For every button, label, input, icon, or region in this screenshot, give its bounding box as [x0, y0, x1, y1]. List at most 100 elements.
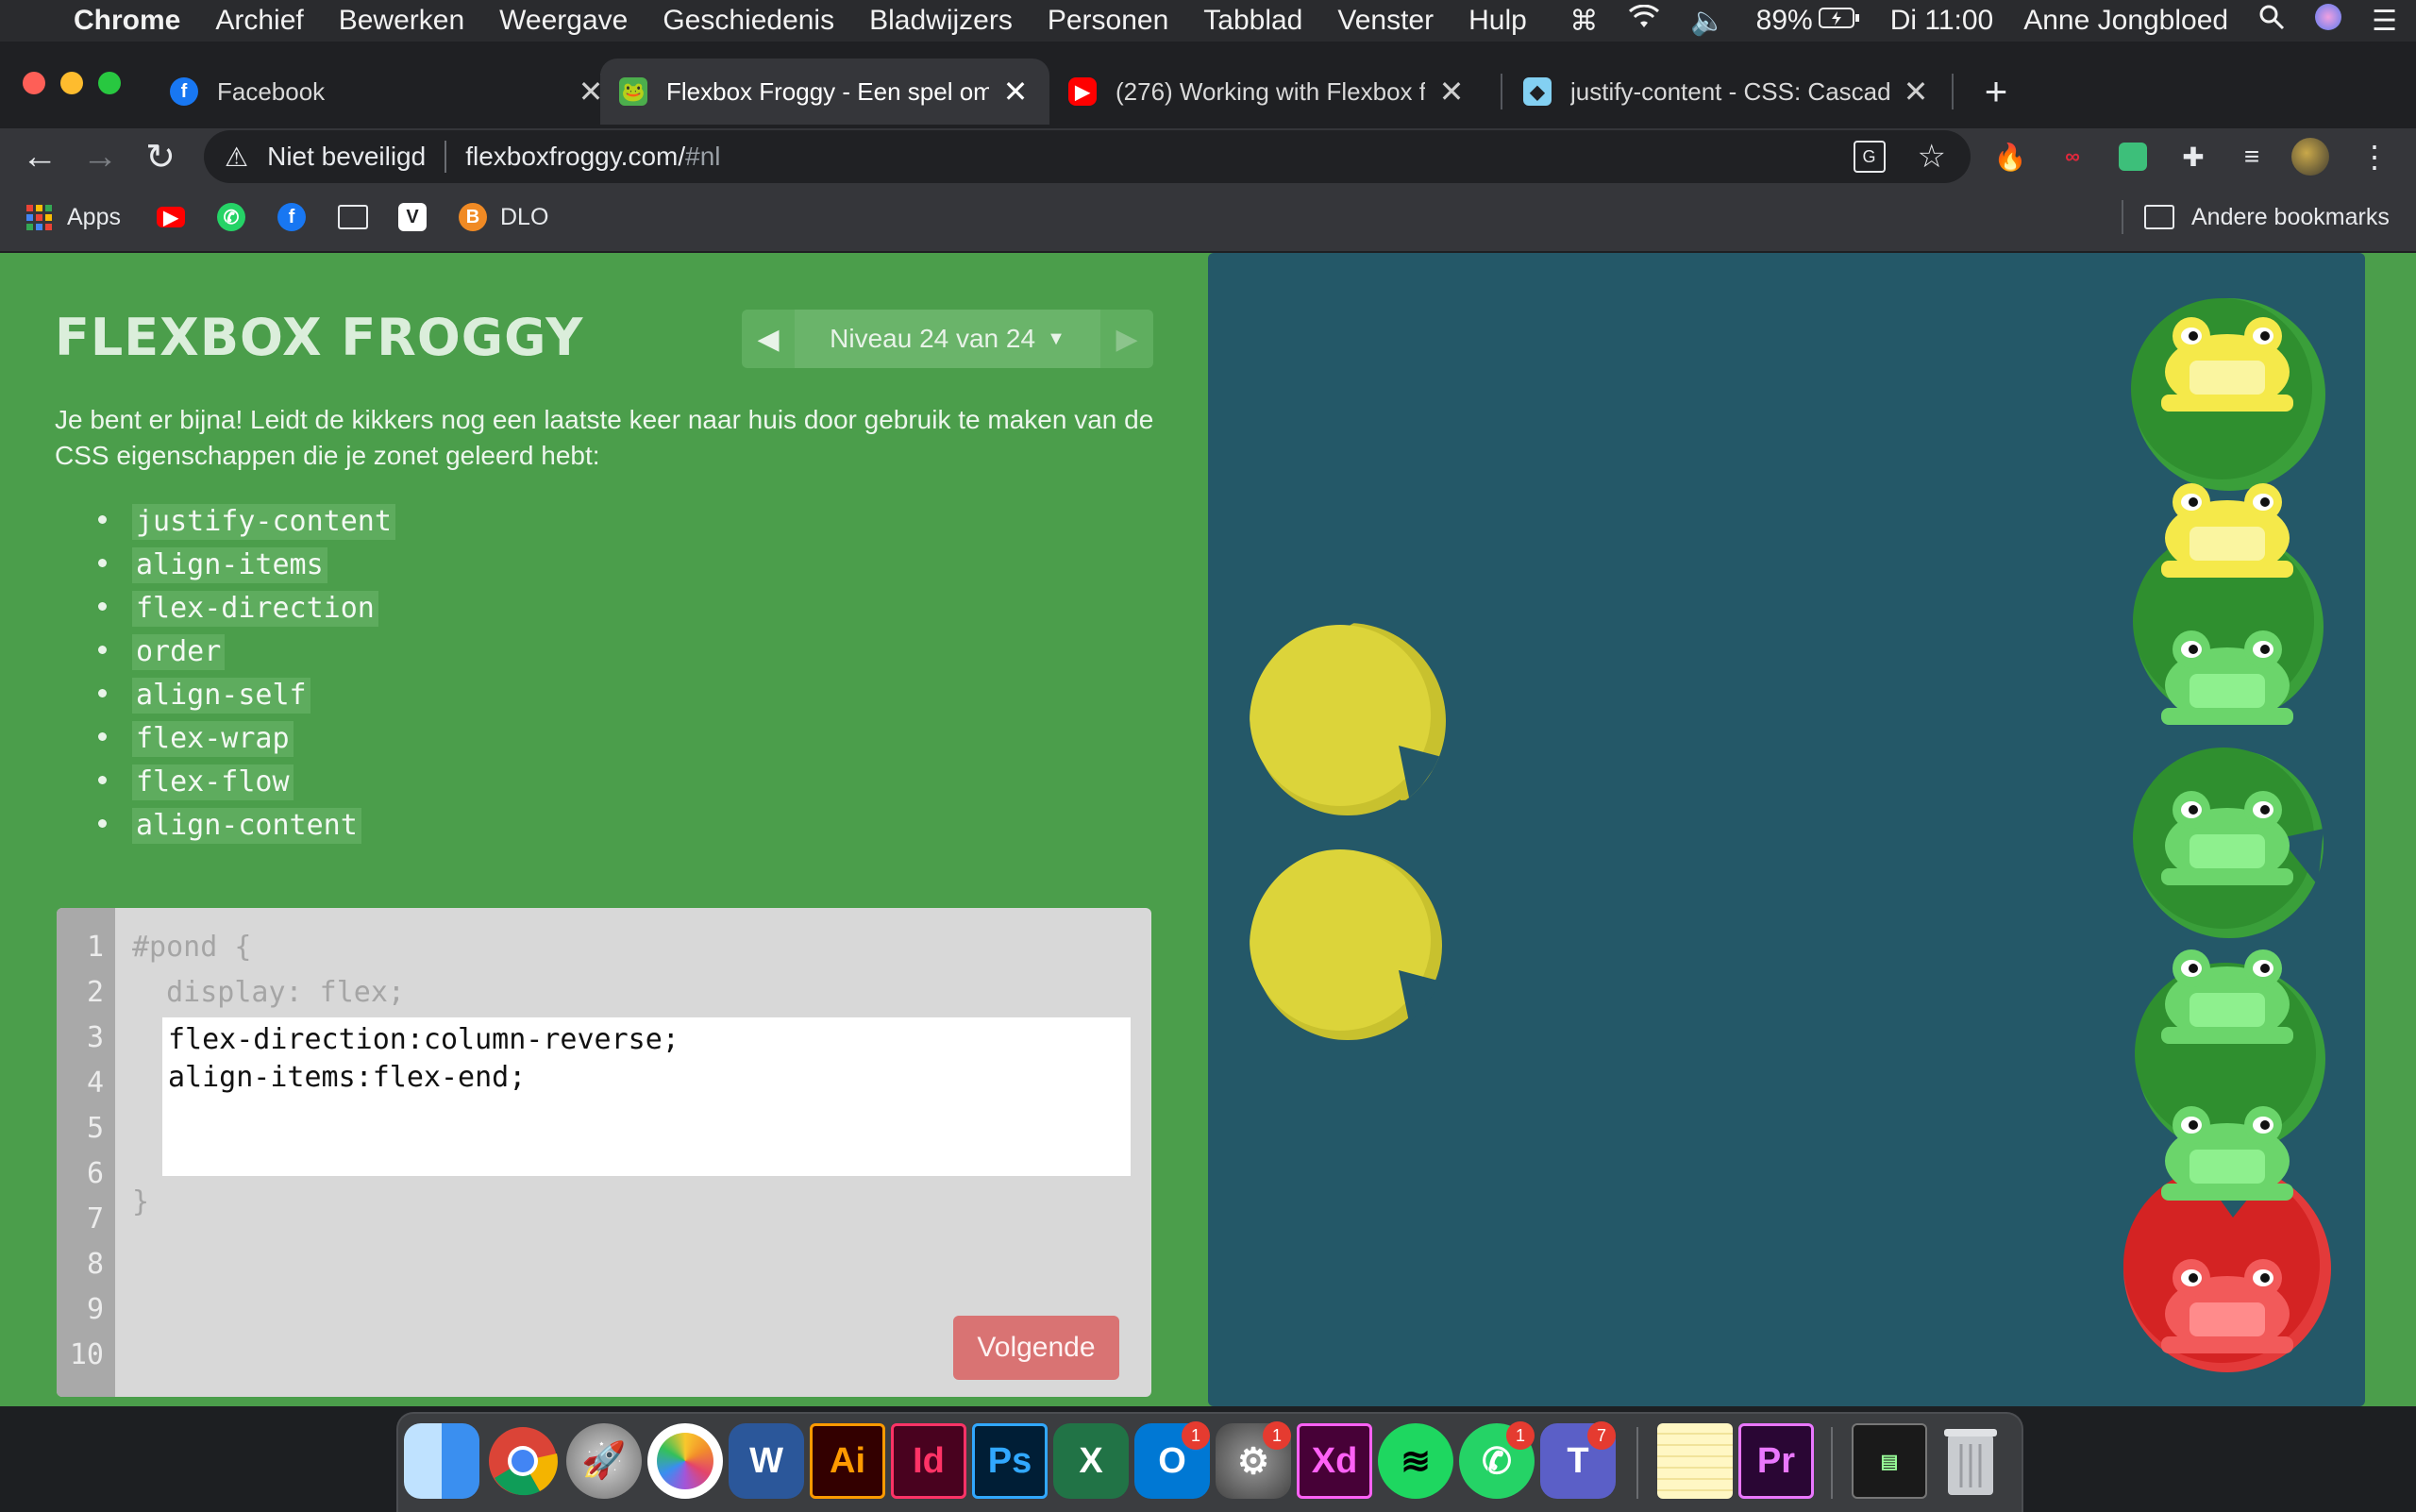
spotify-icon[interactable]: ≋ [1378, 1423, 1453, 1499]
divider [2122, 200, 2123, 234]
chrome-menu-icon[interactable]: ⋮ [2356, 138, 2393, 176]
menu-bladwijzers[interactable]: Bladwijzers [869, 5, 1013, 37]
next-level-button[interactable]: ▶ [1100, 310, 1153, 368]
clock[interactable]: Di 11:00 [1890, 5, 1994, 37]
property-code[interactable]: align-self [132, 678, 310, 714]
profile-avatar[interactable] [2291, 138, 2329, 176]
previous-level-button[interactable]: ◀ [742, 310, 795, 368]
window-minimize-button[interactable] [60, 72, 83, 94]
tab-mdn[interactable]: ◆ justify-content - CSS: Cascading Style… [1504, 59, 1948, 125]
menu-geschiedenis[interactable]: Geschiedenis [663, 5, 834, 37]
volume-icon[interactable]: 🔈 [1690, 5, 1725, 38]
premiere-icon[interactable]: Pr [1738, 1423, 1814, 1499]
siri-icon[interactable] [2315, 4, 2342, 38]
excel-icon[interactable]: X [1053, 1423, 1129, 1499]
grammarly-extension-icon[interactable] [2114, 138, 2152, 176]
terminal-icon[interactable]: ▤ [1852, 1423, 1927, 1499]
photos-icon[interactable] [647, 1423, 723, 1499]
notes-icon[interactable] [1657, 1423, 1733, 1499]
menu-archief[interactable]: Archief [215, 5, 303, 37]
app-label: Ps [987, 1440, 1032, 1481]
property-code[interactable]: flex-wrap [132, 721, 294, 757]
line-number: 5 [86, 1112, 104, 1145]
property-code[interactable]: align-content [132, 808, 361, 844]
menu-venster[interactable]: Venster [1337, 5, 1434, 37]
game-title: FLEXBOX FROGGY [55, 308, 584, 367]
new-tab-button[interactable]: + [1972, 68, 2020, 115]
menu-personen[interactable]: Personen [1048, 5, 1168, 37]
bullet [98, 602, 107, 611]
xd-icon[interactable]: Xd [1297, 1423, 1372, 1499]
line-number: 8 [86, 1248, 104, 1281]
window-zoom-button[interactable] [98, 72, 121, 94]
close-tab-icon[interactable]: ✕ [1002, 74, 1029, 109]
property-code[interactable]: flex-flow [132, 764, 294, 800]
bookmark-other[interactable]: Andere bookmarks [2144, 198, 2390, 236]
bookmark-youtube[interactable]: ▶ [157, 198, 185, 236]
frog-icon: 🐸 [619, 77, 647, 106]
tab-flexbox-froggy[interactable]: 🐸 Flexbox Froggy - Een spel om CSS flexb… [600, 59, 1049, 125]
word-icon[interactable]: W [729, 1423, 804, 1499]
battery-percent[interactable]: 89% [1756, 5, 1813, 37]
trash-icon[interactable] [1933, 1423, 2008, 1499]
notification-center-icon[interactable]: ☰ [2372, 5, 2397, 38]
spotlight-search-icon[interactable] [2258, 4, 2285, 38]
user-name[interactable]: Anne Jongbloed [2023, 5, 2228, 37]
facebook-icon: f [277, 203, 306, 231]
launchpad-icon[interactable]: 🚀 [566, 1423, 642, 1499]
finder-icon[interactable] [404, 1423, 479, 1499]
bullet [98, 689, 107, 697]
menu-bewerken[interactable]: Bewerken [339, 5, 464, 37]
bookmark-v[interactable]: V [398, 198, 427, 236]
facebook-icon: f [170, 77, 198, 106]
media-control-icon[interactable]: ≡ [2233, 138, 2271, 176]
tab-title: Facebook [217, 76, 326, 106]
extensions-puzzle-icon[interactable]: ✚ [2174, 138, 2212, 176]
address-bar[interactable]: ⚠ Niet beveiligd flexboxfroggy.com/#nl G… [204, 130, 1971, 183]
property-code[interactable]: justify-content [132, 504, 395, 540]
bookmark-label: Apps [67, 203, 121, 230]
wifi-icon[interactable] [1628, 4, 1660, 37]
back-button[interactable]: ← [13, 130, 66, 183]
tab-facebook[interactable]: f Facebook ✕ [151, 59, 623, 125]
property-code[interactable]: order [132, 634, 226, 670]
next-button[interactable]: Volgende [953, 1316, 1119, 1380]
close-tab-icon[interactable]: ✕ [1438, 74, 1465, 109]
bookmark-whatsapp[interactable]: ✆ [217, 198, 245, 236]
bookmark-facebook[interactable]: f [277, 198, 306, 236]
menu-app-name[interactable]: Chrome [74, 5, 180, 37]
tab-youtube[interactable]: ▶ (276) Working with Flexbox flexbox ✕ [1049, 59, 1484, 125]
menu-tabblad[interactable]: Tabblad [1203, 5, 1302, 37]
illustrator-icon[interactable]: Ai [810, 1423, 885, 1499]
dlo-icon: B [459, 203, 487, 231]
css-input-textarea[interactable]: flex-direction:column-reverse; align-ite… [162, 1017, 1131, 1176]
level-label: Niveau 24 van 24 [830, 324, 1036, 353]
menu-hulp[interactable]: Hulp [1468, 5, 1527, 37]
bookmark-apps[interactable]: Apps [26, 198, 121, 236]
bookmark-star-icon[interactable]: ☆ [1918, 138, 1946, 176]
translate-icon[interactable]: G [1853, 141, 1886, 173]
chrome-icon[interactable] [485, 1423, 561, 1499]
keyboard-icon[interactable]: ⌘ [1569, 5, 1598, 38]
fire-extension-icon[interactable]: 🔥 [1991, 138, 2029, 176]
forward-button[interactable]: → [74, 130, 126, 183]
window-close-button[interactable] [23, 72, 45, 94]
warning-icon[interactable]: ⚠ [225, 142, 248, 173]
indesign-icon[interactable]: Id [891, 1423, 966, 1499]
property-code[interactable]: flex-direction [132, 591, 378, 627]
divider [445, 141, 447, 173]
menu-weergave[interactable]: Weergave [499, 5, 628, 37]
battery-icon[interactable] [1818, 5, 1860, 37]
url-host: flexboxfroggy.com/ [465, 142, 686, 171]
reload-button[interactable]: ↻ [134, 130, 187, 183]
yellow-lilypad [1250, 849, 1442, 1040]
property-code[interactable]: align-items [132, 547, 327, 583]
input-line: flex-direction:column-reverse; [168, 1023, 680, 1056]
bookmark-folder[interactable] [338, 198, 368, 236]
photoshop-icon[interactable]: Ps [972, 1423, 1048, 1499]
security-label[interactable]: Niet beveiligd [267, 142, 426, 172]
level-dropdown[interactable]: Niveau 24 van 24 ▼ [795, 310, 1100, 368]
bookmark-dlo[interactable]: B DLO [459, 198, 548, 236]
close-tab-icon[interactable]: ✕ [1903, 74, 1929, 109]
extension-icon[interactable]: ∞ [2054, 138, 2091, 176]
